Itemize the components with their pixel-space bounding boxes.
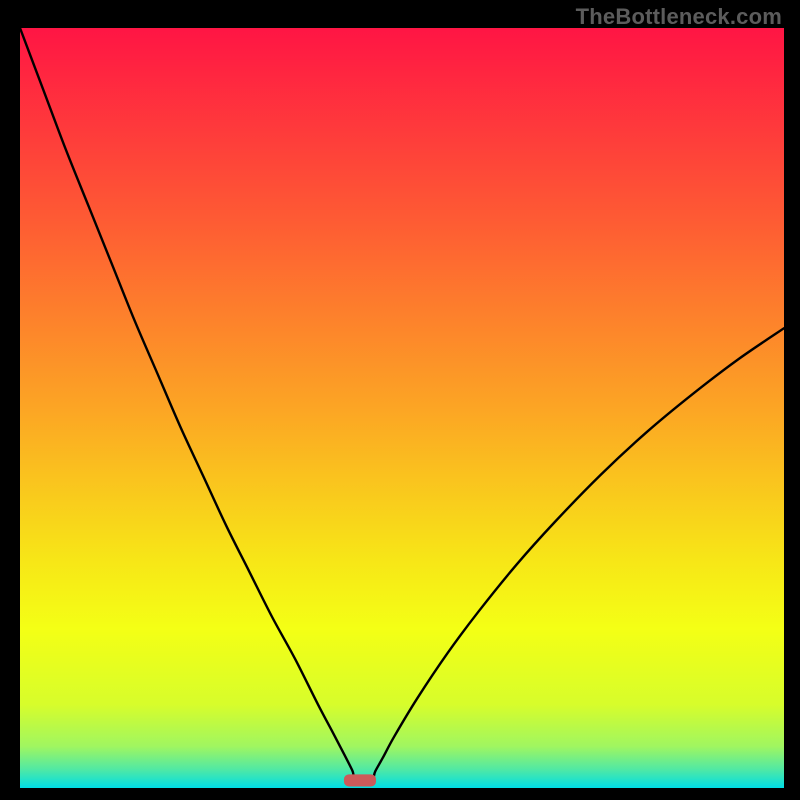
chart-frame: TheBottleneck.com (0, 0, 800, 800)
watermark-text: TheBottleneck.com (576, 4, 782, 30)
plot-area (20, 28, 784, 788)
optimum-marker (344, 774, 376, 786)
gradient-background (20, 28, 784, 788)
bottleneck-chart (20, 28, 784, 788)
